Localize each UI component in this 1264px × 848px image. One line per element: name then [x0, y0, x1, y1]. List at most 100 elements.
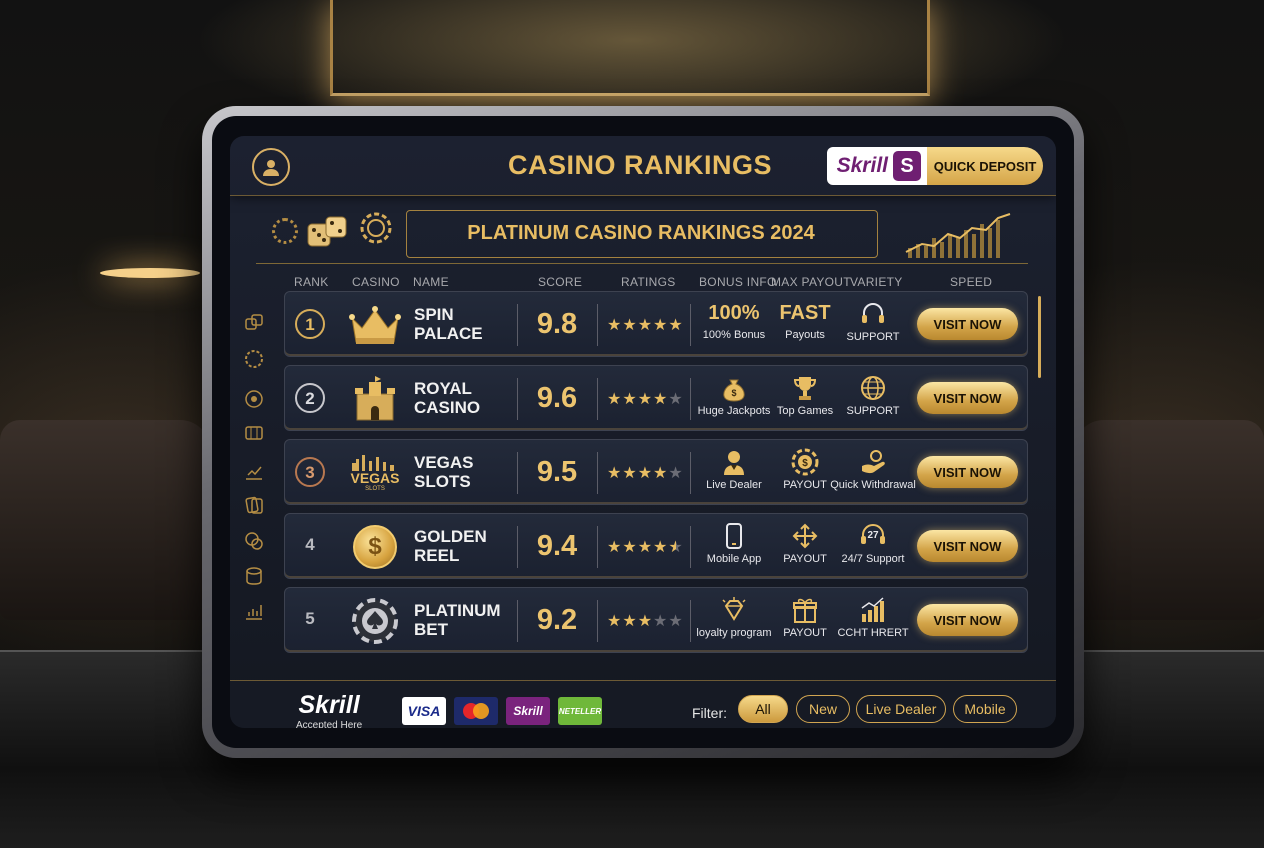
withdrawal-icon	[830, 448, 916, 476]
col-rank: RANK	[294, 275, 329, 289]
variety: CCHT HRERT	[830, 596, 916, 639]
rank-number: 5	[305, 609, 315, 628]
skrill-logo: Skrill S	[827, 147, 927, 185]
skrill-accepted-logo: Skrill	[298, 691, 360, 719]
sidebar-coins-icon[interactable]	[242, 529, 266, 553]
filter-new[interactable]: New	[796, 695, 850, 723]
sidebar-roulette-icon[interactable]	[242, 387, 266, 411]
star-icon: ★	[653, 613, 669, 630]
banner-title: PLATINUM CASINO RANKINGS 2024	[467, 222, 815, 244]
col-score: SCORE	[538, 275, 583, 289]
filter-label: Filter:	[692, 705, 727, 721]
casino-name-line1: SPIN	[414, 305, 454, 324]
star-icon: ★	[668, 613, 684, 630]
casino-name-line1: ROYAL	[414, 379, 472, 398]
star-icon: ★	[622, 613, 638, 630]
logo-subtext: SLOTS	[365, 486, 385, 492]
casino-row-1: 1 SPIN PALACE 9.8 ★★★★★ 100% 100% Bonus FA…	[284, 291, 1028, 357]
quick-deposit-button[interactable]: Skrill S QUICK DEPOSIT	[827, 147, 1043, 185]
filter-live-dealer[interactable]: Live Dealer	[856, 695, 946, 723]
star-icon: ★	[622, 391, 638, 408]
support-icon-number: 27	[867, 530, 879, 541]
growth-chart-icon	[905, 213, 1011, 258]
star-icon: ★	[622, 465, 638, 482]
visit-now-button[interactable]: VISIT NOW	[917, 382, 1018, 414]
col-ratings: RATINGS	[621, 275, 676, 289]
casino-row-3: 3 VEGAS SLOTS VEGAS SLOTS 9.5 ★★★★★ Live …	[284, 439, 1028, 505]
sidebar-stack-icon[interactable]	[242, 564, 266, 588]
star-icon: ★	[668, 391, 684, 408]
variety-label: CCHT HRERT	[837, 627, 909, 639]
casino-row-5: 5 PLATINUM BET 9.2 ★★★★★ loyalty program …	[284, 587, 1028, 653]
divider	[597, 600, 598, 642]
sidebar-stats-icon[interactable]	[242, 459, 266, 483]
star-icon: ★	[653, 465, 669, 482]
casino-app: CASINO RANKINGS Skrill S QUICK DEPOSIT P…	[230, 136, 1056, 728]
skrill-accepted-text: Accepted Here	[296, 720, 363, 728]
divider	[597, 304, 598, 346]
logo-text: VEGAS	[350, 470, 400, 486]
svg-text:$: $	[731, 388, 736, 398]
rankings-banner: PLATINUM CASINO RANKINGS 2024	[256, 204, 1028, 264]
variety: SUPPORT	[830, 374, 916, 417]
star-icon: ★	[637, 391, 654, 408]
star-icon: ★	[653, 317, 669, 334]
col-bonus-info: BONUS INFO	[699, 275, 777, 289]
score-value: 9.4	[536, 530, 578, 562]
user-profile-button[interactable]	[252, 148, 290, 186]
rank-medal-gold: 1	[295, 309, 325, 339]
variety-label: Quick Withdrawal	[830, 479, 916, 491]
variety: Quick Withdrawal	[830, 448, 916, 491]
skrill-accepted-badge: Skrill Accepted Here	[296, 691, 362, 728]
sofa-left	[0, 420, 210, 620]
skrill-badge-icon: S	[893, 151, 921, 181]
platinum-chip-logo	[347, 596, 403, 646]
sidebar-slots-icon[interactable]	[242, 421, 266, 445]
star-rating: ★★★★★	[607, 389, 697, 409]
app-footer: Skrill Accepted Here VISA Skrill NETELLE…	[230, 680, 1056, 728]
divider	[517, 452, 518, 494]
star-rating: ★★★★★	[607, 315, 697, 335]
sidebar-trends-icon[interactable]	[242, 599, 266, 623]
sidebar-cards-icon[interactable]	[242, 493, 266, 517]
star-icon: ★	[668, 465, 684, 482]
star-icon: ★	[637, 465, 654, 482]
filter-all[interactable]: All	[738, 695, 788, 723]
quick-deposit-label: QUICK DEPOSIT	[927, 147, 1043, 185]
sidebar-chip-icon[interactable]	[242, 347, 266, 371]
scrollbar[interactable]	[1038, 296, 1041, 378]
visit-now-button[interactable]: VISIT NOW	[917, 308, 1018, 340]
crown-logo-icon	[347, 300, 403, 350]
visit-now-button[interactable]: VISIT NOW	[917, 456, 1018, 488]
skrill-payment-logo: Skrill	[506, 697, 550, 725]
headset-icon	[830, 300, 916, 328]
visit-now-button[interactable]: VISIT NOW	[917, 530, 1018, 562]
chip-icon	[272, 218, 298, 244]
star-icon: ★	[637, 613, 654, 630]
casino-row-2: 2 ROYAL CASINO 9.6 ★★★★★ $ Huge Jackpots T…	[284, 365, 1028, 431]
star-icon: ★	[653, 391, 669, 408]
star-icon: ★	[668, 317, 684, 334]
divider	[597, 452, 598, 494]
casino-name-line1: GOLDEN	[414, 527, 487, 546]
sidebar-dice-icon[interactable]	[242, 311, 266, 335]
visit-now-button[interactable]: VISIT NOW	[917, 604, 1018, 636]
casino-row-4: 4 $ GOLDEN REEL 9.4 ★★★★★ Mobile App PAYO…	[284, 513, 1028, 579]
rank-medal-silver: 2	[295, 383, 325, 413]
col-casino: CASINO	[352, 275, 400, 289]
casino-name: ROYAL CASINO	[414, 379, 514, 417]
filter-mobile[interactable]: Mobile	[953, 695, 1017, 723]
casino-name-line2: CASINO	[414, 398, 481, 417]
divider	[517, 526, 518, 568]
dice-icon	[307, 216, 347, 247]
page-title: CASINO RANKINGS	[507, 150, 772, 180]
variety-label: 24/7 Support	[841, 553, 905, 565]
skrill-logo-text: Skrill	[836, 154, 888, 177]
divider	[597, 378, 598, 420]
star-icon: ★	[637, 317, 654, 334]
castle-logo-icon	[347, 374, 403, 424]
casino-name-line2: REEL	[414, 546, 460, 565]
ceiling-light	[330, 0, 930, 96]
rank-medal-bronze: 3	[295, 457, 325, 487]
star-rating: ★★★★★	[607, 611, 697, 631]
